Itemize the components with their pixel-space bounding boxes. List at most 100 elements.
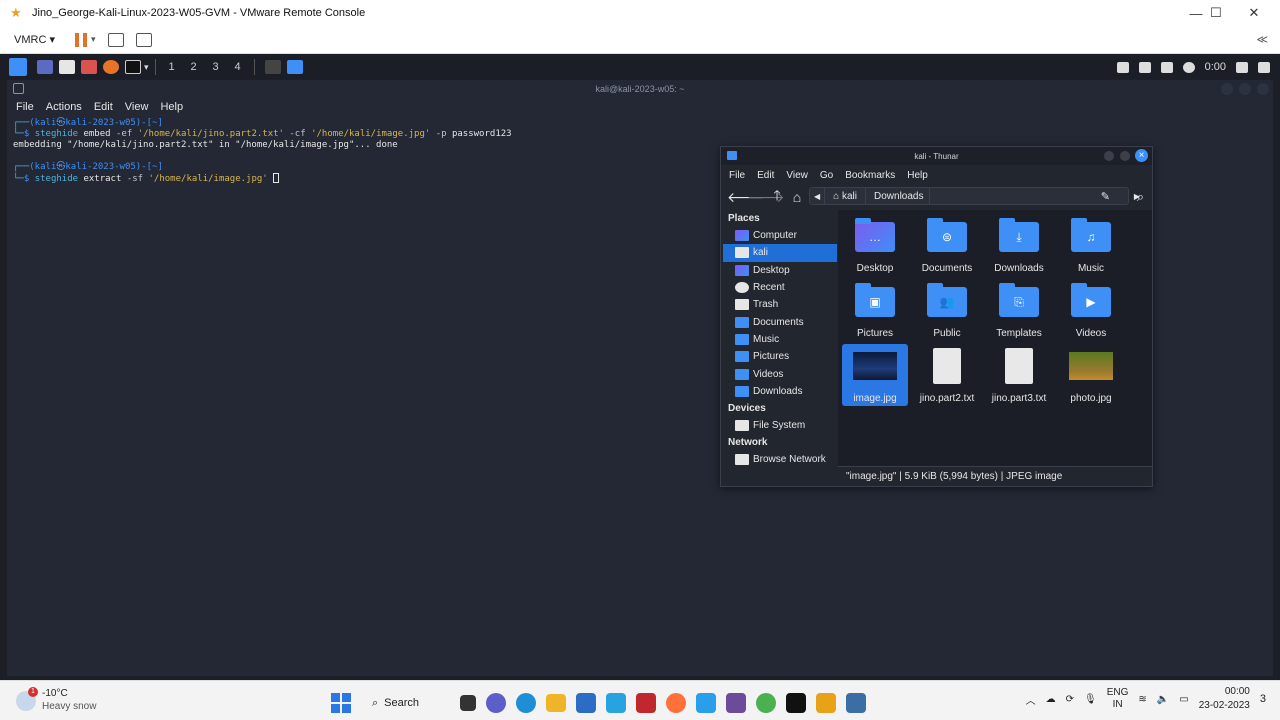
sidebar-item-browse-network[interactable]: Browse Network (723, 451, 837, 468)
tray-overflow-icon[interactable]: ︿ (1026, 692, 1036, 707)
sidebar-item-computer[interactable]: Computer (723, 227, 837, 244)
thunar-menu-view[interactable]: View (786, 170, 808, 181)
path-scroll-left-icon[interactable]: ◀ (810, 188, 826, 204)
workspace-3[interactable]: 3 (206, 61, 226, 73)
sidebar-item-downloads[interactable]: Downloads (723, 383, 837, 400)
edit-path-icon[interactable]: ✎ (1101, 190, 1110, 203)
kali-menu-icon[interactable] (9, 58, 27, 76)
app-icon-blue[interactable] (606, 693, 626, 713)
sidebar-item-documents[interactable]: Documents (723, 313, 837, 330)
collapse-toolbar-icon[interactable]: ≪ (1256, 33, 1268, 46)
fullscreen-icon[interactable] (135, 32, 152, 47)
vmrc-taskbar-icon[interactable] (816, 693, 836, 713)
sidebar-item-file-system[interactable]: File System (723, 417, 837, 434)
sync-icon[interactable]: ⟳ (1066, 694, 1074, 705)
store-icon[interactable] (576, 693, 596, 713)
wifi-icon[interactable]: ≋ (1138, 694, 1146, 705)
app-icon-dark[interactable] (786, 693, 806, 713)
thunar-minimize-button[interactable] (1104, 151, 1114, 161)
path-segment-downloads[interactable]: Downloads (866, 188, 930, 204)
notification-count[interactable]: 3 (1260, 693, 1266, 705)
text-editor-icon[interactable] (81, 60, 97, 74)
workspace-2[interactable]: 2 (184, 61, 204, 73)
app-icon-cyan[interactable] (696, 693, 716, 713)
file-item-desktop[interactable]: … Desktop (842, 214, 908, 276)
battery-icon[interactable]: ▭ (1179, 694, 1188, 705)
search-icon[interactable]: ⌕ (1137, 189, 1144, 205)
terminal-minimize-button[interactable] (1221, 83, 1233, 95)
kali-clock[interactable]: 0:00 (1205, 61, 1226, 73)
up-arrow-icon[interactable]: 🡑 (767, 185, 787, 209)
sidebar-item-desktop[interactable]: Desktop (723, 262, 837, 279)
display-icon[interactable] (1116, 61, 1129, 73)
terminal-menu-help[interactable]: Help (160, 101, 183, 113)
file-explorer-icon[interactable] (546, 694, 566, 712)
taskbar-clock[interactable]: 00:00 23-02-2023 (1199, 685, 1250, 713)
thunar-maximize-button[interactable] (1120, 151, 1130, 161)
workspace-1[interactable]: 1 (162, 61, 182, 73)
terminal-menu-view[interactable]: View (125, 101, 149, 113)
microphone-icon[interactable]: 🎙 (1084, 694, 1097, 705)
pause-dropdown-icon[interactable]: ▾ (91, 34, 96, 45)
file-item-public[interactable]: 👥 Public (914, 279, 980, 341)
workspace-4[interactable]: 4 (228, 61, 248, 73)
power-manager-icon[interactable] (1182, 61, 1195, 73)
sidebar-item-kali[interactable]: kali (723, 244, 837, 262)
sidebar-item-pictures[interactable]: Pictures (723, 348, 837, 365)
file-item-image-jpg[interactable]: image.jpg (842, 344, 908, 406)
file-item-jino-part3[interactable]: jino.part3.txt (986, 344, 1052, 406)
close-button[interactable]: ✕ (1234, 0, 1274, 26)
maximize-button[interactable]: ☐ (1196, 0, 1236, 26)
pause-icon[interactable] (74, 32, 87, 47)
file-item-templates[interactable]: ⎘ Templates (986, 279, 1052, 341)
teams-chat-icon[interactable] (486, 693, 506, 713)
send-keys-icon[interactable] (107, 32, 124, 47)
lock-icon[interactable] (1236, 61, 1248, 73)
onedrive-icon[interactable]: ☁ (1046, 694, 1056, 705)
app-icon-navy[interactable] (846, 693, 866, 713)
firefox-icon[interactable] (103, 60, 119, 74)
file-item-music[interactable]: ♫ Music (1058, 214, 1124, 276)
file-item-videos[interactable]: ▶ Videos (1058, 279, 1124, 341)
taskbar-terminal-window-icon[interactable] (264, 60, 281, 74)
task-view-icon[interactable] (460, 695, 476, 711)
vmrc-menu-button[interactable]: VMRC ▾ (14, 33, 55, 46)
volume-icon[interactable] (1138, 61, 1151, 73)
terminal-menu-file[interactable]: File (16, 101, 34, 113)
sidebar-item-trash[interactable]: Trash (723, 296, 837, 313)
terminal-dropdown-icon[interactable]: ▾ (144, 62, 149, 73)
thunar-menu-bookmarks[interactable]: Bookmarks (845, 170, 895, 181)
sidebar-item-music[interactable]: Music (723, 331, 837, 348)
notification-bell-icon[interactable] (1160, 61, 1173, 73)
logout-icon[interactable] (1258, 61, 1270, 73)
terminal-maximize-button[interactable] (1239, 83, 1251, 95)
terminal-menu-actions[interactable]: Actions (46, 101, 82, 113)
weather-widget[interactable]: 1 -10°C Heavy snow (14, 687, 96, 713)
thunar-menu-help[interactable]: Help (907, 170, 928, 181)
show-desktop-icon[interactable] (37, 60, 53, 74)
thunar-menu-file[interactable]: File (729, 170, 745, 181)
thunar-close-button[interactable]: × (1135, 149, 1148, 162)
file-item-downloads[interactable]: ⤓ Downloads (986, 214, 1052, 276)
file-manager-icon[interactable] (59, 60, 75, 74)
chrome-icon[interactable] (756, 693, 776, 713)
file-item-photo-jpg[interactable]: photo.jpg (1058, 344, 1124, 406)
home-icon[interactable]: ⌂ (787, 189, 807, 205)
path-segment-kali[interactable]: ⌂ kali (825, 188, 866, 204)
back-arrow-icon[interactable]: 🡐 (727, 189, 765, 206)
calculator-icon[interactable] (726, 693, 746, 713)
mcafee-icon[interactable] (636, 693, 656, 713)
taskbar-thunar-window-icon[interactable] (286, 60, 303, 74)
language-indicator[interactable]: ENG IN (1107, 687, 1129, 711)
sidebar-item-recent[interactable]: Recent (723, 279, 837, 296)
terminal-menu-edit[interactable]: Edit (94, 101, 113, 113)
thunar-menu-go[interactable]: Go (820, 170, 833, 181)
terminal-icon[interactable] (125, 60, 141, 74)
file-item-jino-part2[interactable]: jino.part2.txt (914, 344, 980, 406)
edge-icon[interactable] (516, 693, 536, 713)
thunar-menu-edit[interactable]: Edit (757, 170, 774, 181)
file-item-documents[interactable]: ⊜ Documents (914, 214, 980, 276)
taskbar-search-button[interactable]: ⌕ Search (364, 689, 450, 717)
windows-start-icon[interactable] (331, 693, 351, 713)
sidebar-item-videos[interactable]: Videos (723, 365, 837, 382)
